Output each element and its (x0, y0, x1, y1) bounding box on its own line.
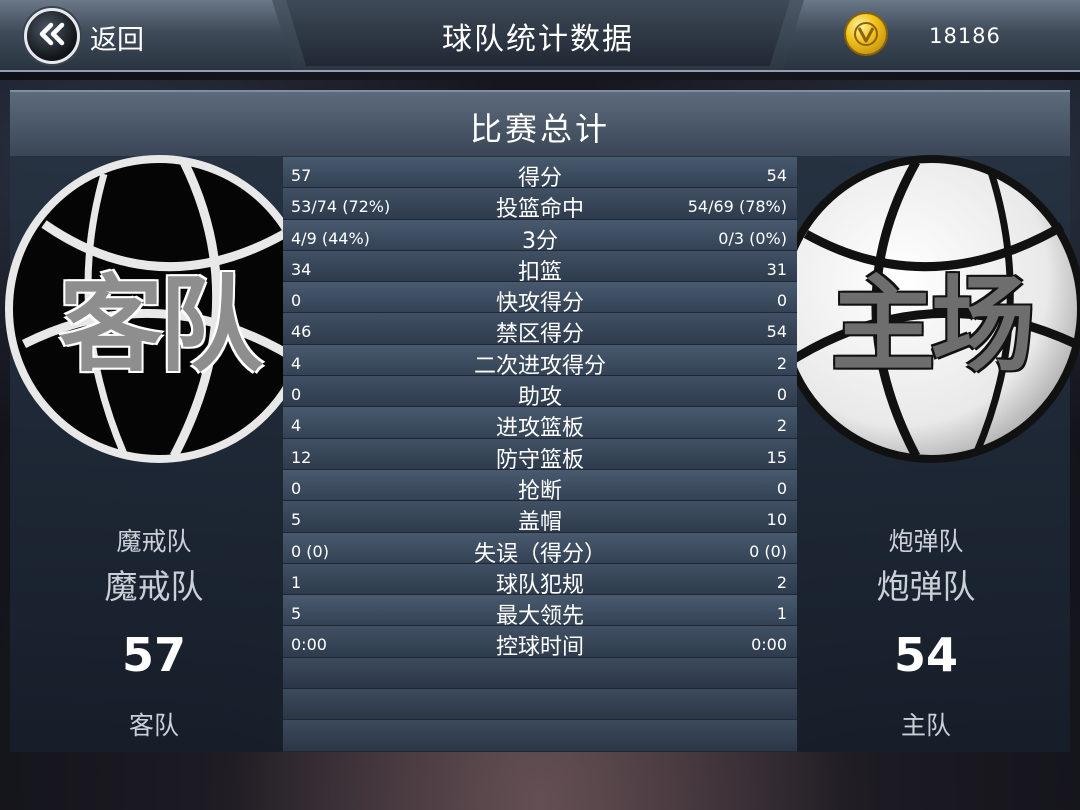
stat-row-points: 57 得分 54 (283, 157, 797, 191)
stat-label: 球队犯规 (495, 572, 584, 598)
away-team-name-small: 魔戒队 (116, 527, 192, 556)
stat-row-paint-points: 46 禁区得分 54 (283, 313, 797, 347)
home-team-name-small: 炮弹队 (888, 527, 964, 556)
stat-label: 快攻得分 (495, 291, 584, 317)
stat-row-assists: 0 助攻 0 (283, 376, 797, 410)
page-title: 球队统计数据 (442, 22, 634, 57)
away-team-role: 客队 (128, 711, 179, 740)
home-team-logo: 主场 (776, 154, 1080, 464)
stat-home-value: 15 (766, 447, 787, 467)
empty-row (283, 720, 797, 752)
panel-title: 比赛总计 (469, 110, 610, 148)
stat-home-value: 2 (776, 416, 787, 436)
home-team-role: 主队 (900, 711, 951, 740)
stat-home-value: 31 (766, 259, 787, 279)
stat-home-value: 0/3 (0%) (718, 228, 787, 248)
stat-home-value: 0 (776, 478, 787, 498)
empty-row (283, 657, 797, 690)
stat-label: 助攻 (517, 385, 562, 411)
away-team-logo: 客队 (4, 154, 314, 464)
stat-home-value: 0 (776, 291, 787, 311)
stat-home-value: 0 (776, 385, 787, 405)
stat-label: 二次进攻得分 (473, 353, 606, 379)
stat-home-value: 2 (776, 353, 787, 373)
stat-home-value: 54 (766, 166, 787, 185)
stat-home-value: 1 (776, 604, 787, 624)
home-team-name: 炮弹队 (876, 567, 976, 606)
stat-row-possession-time: 0:00 控球时间 0:00 (283, 626, 797, 660)
stat-row-defensive-rebounds: 12 防守篮板 15 (283, 438, 797, 473)
home-logo-text: 主场 (830, 264, 1035, 386)
stat-label: 扣篮 (517, 259, 562, 285)
stat-label: 盖帽 (517, 510, 562, 536)
stat-row-biggest-lead: 5 最大领先 1 (283, 595, 797, 629)
away-team-name: 魔戒队 (104, 567, 204, 606)
stat-row-blocks: 5 盖帽 10 (283, 501, 797, 535)
stat-row-team-fouls: 1 球队犯规 2 (283, 563, 797, 598)
coin-balance: 18186 (929, 24, 1001, 48)
stat-row-offensive-rebounds: 4 进攻篮板 2 (283, 407, 797, 441)
empty-row (283, 689, 797, 721)
stat-home-value: 2 (776, 572, 787, 592)
stat-home-value: 0:00 (751, 635, 787, 655)
away-team-score: 57 (121, 628, 186, 682)
stat-home-value: 54/69 (78%) (687, 197, 787, 217)
back-label[interactable]: 返回 (90, 18, 144, 57)
stat-row-field-goals: 53/74 (72%) 投篮命中 54/69 (78%) (283, 188, 797, 222)
stat-label: 最大领先 (495, 604, 584, 630)
stat-label: 防守篮板 (495, 447, 584, 473)
stat-row-second-chance: 4 二次进攻得分 2 (283, 344, 797, 379)
back-button[interactable] (24, 8, 80, 64)
away-logo-text: 客队 (58, 264, 263, 386)
stat-home-value: 10 (766, 510, 787, 530)
stat-home-value: 54 (766, 322, 787, 342)
stats-table: 57 得分 54 53/74 (72%) 投篮命中 54/69 (78%) 4/… (283, 157, 797, 752)
stat-home-value: 0 (0) (749, 541, 787, 561)
stat-label: 进攻篮板 (495, 416, 584, 442)
stat-label: 禁区得分 (495, 322, 584, 348)
home-team-score: 54 (893, 628, 958, 682)
double-chevron-left-icon (37, 22, 67, 50)
gold-coin-icon (844, 12, 888, 56)
stat-label: 控球时间 (495, 635, 584, 661)
stat-row-turnovers: 0 (0) 失误（得分） 0 (0) (283, 532, 797, 567)
stat-label: 失误（得分） (473, 541, 606, 567)
stat-label: 得分 (517, 166, 562, 191)
stat-row-dunks: 34 扣篮 31 (283, 250, 797, 285)
stat-row-steals: 0 抢断 0 (283, 469, 797, 504)
stat-row-three-pointers: 4/9 (44%) 3分 0/3 (0%) (283, 219, 797, 254)
stat-label: 抢断 (517, 478, 562, 504)
stat-row-fast-break: 0 快攻得分 0 (283, 282, 797, 316)
